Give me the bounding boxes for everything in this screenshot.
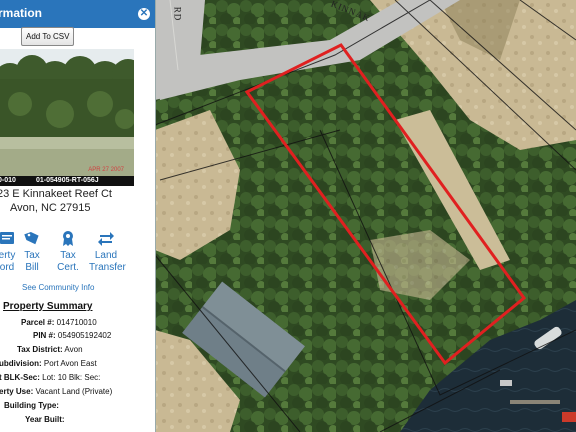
land-transfer-button[interactable]: Land Transfer [89, 229, 126, 274]
address-line2: Avon, NC 27915 [10, 202, 91, 214]
address-line1: 23 E Kinnakeet Reef Ct [0, 188, 112, 200]
land-transfer-label1: Land [94, 250, 118, 261]
see-community-link[interactable]: See Community Info [22, 283, 94, 292]
field-label: Building Type: [4, 401, 59, 410]
field-parcel: Parcel #: 014710010 [21, 318, 97, 327]
field-pin: PIN #: 054905192402 [33, 331, 111, 340]
panel-title: rmation [0, 6, 43, 20]
field-label: PIN #: [33, 331, 56, 340]
photo-caption-bar: 0-010 01-054905-RT-056J [0, 176, 134, 186]
property-card-icon [0, 232, 14, 244]
tax-cert-ribbon-icon [63, 231, 73, 246]
property-info-panel: rmation ✕ Add To CSV APR 27 2007 0-010 0… [0, 0, 156, 432]
field-year-built: Year Built: [25, 415, 65, 424]
close-icon[interactable]: ✕ [138, 8, 150, 20]
tax-cert-button[interactable]: Tax Cert. [55, 229, 81, 274]
field-label: erty Use: [0, 387, 34, 396]
property-summary-title: Property Summary [3, 301, 93, 312]
land-transfer-label2: Transfer [89, 262, 126, 273]
road-label-rd: RD [172, 6, 183, 22]
land-transfer-icon [98, 232, 114, 246]
panel-header: rmation ✕ [0, 0, 155, 28]
field-property-use: erty Use: Vacant Land (Private) [0, 387, 112, 396]
tax-cert-label2: Cert. [57, 262, 79, 273]
property-card-label2: ord [0, 262, 15, 273]
property-card-button[interactable]: erty ord [0, 229, 20, 274]
field-value: 014710010 [56, 318, 97, 327]
field-subdivision: ubdivision: Port Avon East [0, 359, 97, 368]
field-building-type: Building Type: [4, 401, 59, 410]
field-value: 054905192402 [57, 331, 112, 340]
field-tax-district: Tax District: Avon [17, 345, 83, 354]
field-value: Port Avon East [43, 359, 97, 368]
property-card-label1: erty [0, 250, 16, 261]
photo-date-stamp: APR 27 2007 [88, 167, 124, 173]
field-label: Parcel #: [21, 318, 55, 327]
property-photo: APR 27 2007 [0, 49, 134, 176]
field-label: t BLK-Sec: [0, 373, 40, 382]
field-label: Tax District: [17, 345, 63, 354]
photo-code-right: 01-054905-RT-056J [36, 177, 99, 184]
field-value: Vacant Land (Private) [35, 387, 113, 396]
tax-bill-label1: Tax [24, 250, 40, 261]
field-value: Avon [64, 345, 83, 354]
field-label: Year Built: [25, 415, 65, 424]
field-value: Lot: 10 Blk: Sec: [42, 373, 101, 382]
photo-code-left: 0-010 [0, 177, 16, 184]
tax-cert-label1: Tax [60, 250, 76, 261]
field-lot-blk-sec: t BLK-Sec: Lot: 10 Blk: Sec: [0, 373, 100, 382]
tax-bill-label2: Bill [25, 262, 39, 273]
field-label: ubdivision: [0, 359, 42, 368]
tax-bill-tag-icon [24, 232, 39, 245]
add-to-csv-button[interactable]: Add To CSV [21, 27, 75, 46]
tax-bill-button[interactable]: Tax Bill [20, 229, 44, 274]
